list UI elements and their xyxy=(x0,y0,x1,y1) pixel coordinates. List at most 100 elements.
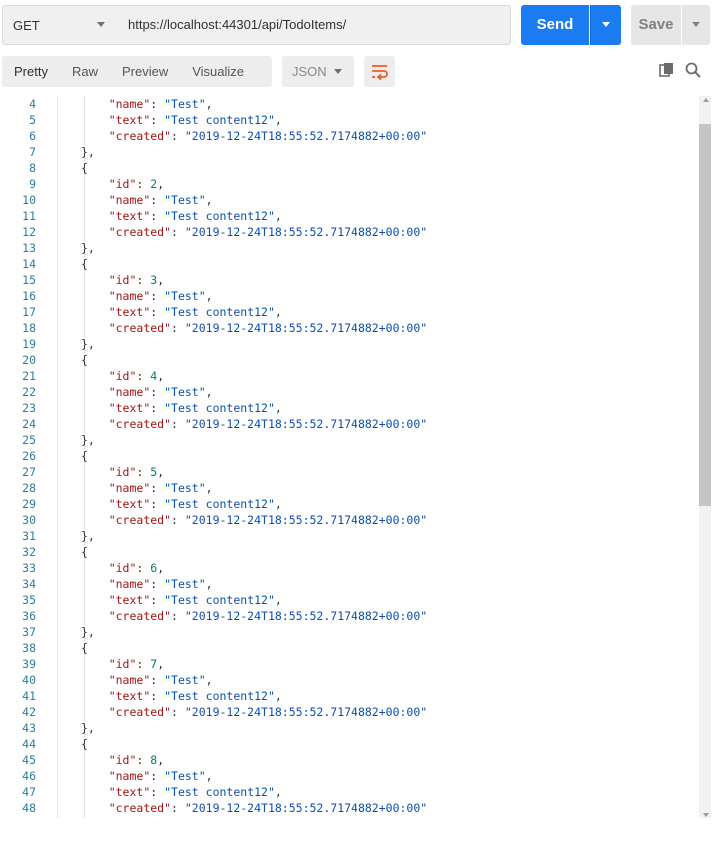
code-line: 48 "created": "2019-12-24T18:55:52.71748… xyxy=(0,800,700,816)
code-text: }, xyxy=(81,625,95,639)
copy-icon[interactable] xyxy=(659,62,675,78)
line-number: 44 xyxy=(22,737,36,751)
code-line: 27 "id": 5, xyxy=(0,464,700,480)
line-number: 48 xyxy=(22,801,36,815)
code-line: 20 { xyxy=(0,352,700,368)
code-text: "text": "Test content12", xyxy=(108,689,282,703)
code-line: 12 "created": "2019-12-24T18:55:52.71748… xyxy=(0,224,700,240)
search-icon[interactable] xyxy=(684,61,702,79)
format-select[interactable]: JSON xyxy=(282,56,354,87)
code-text: { xyxy=(81,737,88,751)
line-number: 17 xyxy=(22,305,36,319)
code-line: 7}, xyxy=(0,144,700,160)
request-bar: GET https://localhost:44301/api/TodoItem… xyxy=(0,0,720,52)
line-number: 41 xyxy=(22,689,36,703)
line-number: 35 xyxy=(22,593,36,607)
code-text: "text": "Test content12", xyxy=(108,209,282,223)
code-line: 40 "name": "Test", xyxy=(0,672,700,688)
code-text: "id": 3, xyxy=(108,273,165,287)
method-label: GET xyxy=(13,17,40,33)
code-line: 37}, xyxy=(0,624,700,640)
line-number: 32 xyxy=(22,545,36,559)
code-text: "name": "Test", xyxy=(108,673,213,687)
code-line: 9 "id": 2, xyxy=(0,176,700,192)
code-text: "name": "Test", xyxy=(108,577,213,591)
code-line: 21 "id": 4, xyxy=(0,368,700,384)
method-select[interactable]: GET xyxy=(2,5,118,45)
line-number: 4 xyxy=(29,97,36,111)
line-number: 24 xyxy=(22,417,36,431)
tab-raw[interactable]: Raw xyxy=(60,56,110,87)
line-number: 7 xyxy=(29,145,36,159)
code-text: "name": "Test", xyxy=(108,289,213,303)
code-text: "created": "2019-12-24T18:55:52.7174882+… xyxy=(108,609,428,623)
code-line: 38 { xyxy=(0,640,700,656)
line-number: 15 xyxy=(22,273,36,287)
code-line: 5 "text": "Test content12", xyxy=(0,112,700,128)
code-text: "created": "2019-12-24T18:55:52.7174882+… xyxy=(108,225,428,239)
code-line: 33 "id": 6, xyxy=(0,560,700,576)
send-options-button[interactable] xyxy=(590,5,621,45)
code-line: 35 "text": "Test content12", xyxy=(0,592,700,608)
code-text: "created": "2019-12-24T18:55:52.7174882+… xyxy=(108,417,428,431)
line-number: 21 xyxy=(22,369,36,383)
code-text: }, xyxy=(81,721,95,735)
url-input[interactable]: https://localhost:44301/api/TodoItems/ xyxy=(117,5,511,45)
code-text: "id": 2, xyxy=(108,177,165,191)
line-number: 46 xyxy=(22,769,36,783)
code-text: { xyxy=(81,449,88,463)
line-number: 10 xyxy=(22,193,36,207)
line-number: 42 xyxy=(22,705,36,719)
response-body-editor[interactable]: 4 "name": "Test", 5 "text": "Test content… xyxy=(0,96,720,818)
line-number: 45 xyxy=(22,753,36,767)
line-number: 5 xyxy=(29,113,36,127)
code-text: { xyxy=(81,545,88,559)
scrollbar-thumb[interactable] xyxy=(699,124,711,506)
code-text: "name": "Test", xyxy=(108,481,213,495)
code-line: 43}, xyxy=(0,720,700,736)
line-number: 30 xyxy=(22,513,36,527)
code-text: }, xyxy=(81,241,95,255)
scroll-up-arrow-icon[interactable] xyxy=(703,98,709,102)
tab-preview[interactable]: Preview xyxy=(110,56,180,87)
code-line: 23 "text": "Test content12", xyxy=(0,400,700,416)
response-toolbar: Pretty Raw Preview Visualize JSON xyxy=(0,53,720,91)
line-number: 23 xyxy=(22,401,36,415)
code-text: }, xyxy=(81,529,95,543)
line-number: 11 xyxy=(22,209,36,223)
code-text: "name": "Test", xyxy=(108,385,213,399)
wrap-lines-button[interactable] xyxy=(364,56,395,87)
word-wrap-icon xyxy=(372,65,388,81)
code-line: 11 "text": "Test content12", xyxy=(0,208,700,224)
code-line: 16 "name": "Test", xyxy=(0,288,700,304)
send-button[interactable]: Send xyxy=(521,5,589,45)
code-text: { xyxy=(81,641,88,655)
save-button[interactable]: Save xyxy=(631,5,681,45)
chevron-down-icon xyxy=(334,69,342,74)
code-line: 26 { xyxy=(0,448,700,464)
save-options-button[interactable] xyxy=(682,5,710,45)
code-text: { xyxy=(81,257,88,271)
code-text: "created": "2019-12-24T18:55:52.7174882+… xyxy=(108,321,428,335)
code-line: 13}, xyxy=(0,240,700,256)
code-line: 17 "text": "Test content12", xyxy=(0,304,700,320)
code-line: 8{ xyxy=(0,160,700,176)
code-text: "text": "Test content12", xyxy=(108,593,282,607)
line-number: 25 xyxy=(22,433,36,447)
code-line: 14 { xyxy=(0,256,700,272)
tab-pretty[interactable]: Pretty xyxy=(2,56,60,87)
code-line: 10 "name": "Test", xyxy=(0,192,700,208)
code-line: 19}, xyxy=(0,336,700,352)
line-number: 16 xyxy=(22,289,36,303)
code-text: "created": "2019-12-24T18:55:52.7174882+… xyxy=(108,705,428,719)
code-text: }, xyxy=(81,337,95,351)
code-text: }, xyxy=(81,433,95,447)
tab-visualize[interactable]: Visualize xyxy=(180,56,256,87)
code-text: "created": "2019-12-24T18:55:52.7174882+… xyxy=(108,513,428,527)
line-number: 33 xyxy=(22,561,36,575)
code-text: "id": 7, xyxy=(108,657,165,671)
scroll-down-arrow-icon[interactable] xyxy=(703,813,709,817)
code-line: 25}, xyxy=(0,432,700,448)
code-line: 6 "created": "2019-12-24T18:55:52.717488… xyxy=(0,128,700,144)
code-text: "id": 5, xyxy=(108,465,165,479)
